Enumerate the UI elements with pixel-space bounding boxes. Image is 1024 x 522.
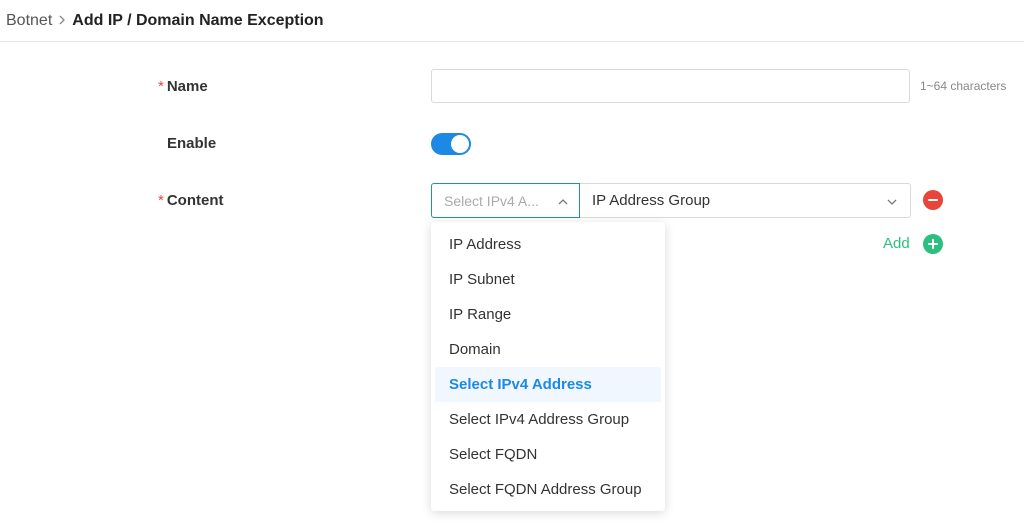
dropdown-option-select-ipv4-address[interactable]: Select IPv4 Address [435,367,661,402]
name-label-text: Name [166,78,208,95]
name-input[interactable] [431,69,910,103]
dropdown-option-select-ipv4-address-group[interactable]: Select IPv4 Address Group [435,402,661,437]
enable-label-text: Enable [167,135,217,152]
plus-bar-vertical [932,239,934,249]
chevron-up-icon [557,195,569,207]
plus-circle-icon[interactable] [923,234,943,254]
chevron-right-icon [58,13,66,28]
required-mark: * [158,192,164,209]
toggle-knob [451,135,469,153]
breadcrumb-parent-link[interactable]: Botnet [6,12,52,30]
dropdown-option-ip-address[interactable]: IP Address [435,227,661,262]
dropdown-option-select-fqdn[interactable]: Select FQDN [435,437,661,472]
content-label-text: Content [166,192,224,209]
dropdown-option-select-fqdn-address-group[interactable]: Select FQDN Address Group [435,472,661,507]
dropdown-option-ip-subnet[interactable]: IP Subnet [435,262,661,297]
content-value-select[interactable]: IP Address Group [580,183,911,218]
dropdown-option-domain[interactable]: Domain [435,332,661,367]
content-value: IP Address Group [592,192,711,209]
content-type-dropdown: IP Address IP Subnet IP Range Domain Sel… [431,222,665,511]
page-title: Add IP / Domain Name Exception [72,11,324,29]
minus-circle-icon[interactable] [923,190,943,210]
dropdown-option-ip-range[interactable]: IP Range [435,297,661,332]
add-content-link[interactable]: Add [883,235,910,252]
name-label: * Name [158,78,208,95]
name-hint: 1~64 characters [920,79,1007,93]
content-label: * Content [158,192,224,209]
content-type-placeholder: Select IPv4 A... [444,192,539,209]
chevron-down-icon [886,195,898,207]
enable-toggle[interactable] [431,133,471,155]
content-type-select[interactable]: Select IPv4 A... [431,183,580,218]
enable-label: Enable [167,135,216,152]
required-mark: * [158,78,164,95]
breadcrumb: Botnet Add IP / Domain Name Exception [0,0,1024,42]
minus-bar [928,199,938,201]
page: Botnet Add IP / Domain Name Exception * N… [0,0,1024,522]
